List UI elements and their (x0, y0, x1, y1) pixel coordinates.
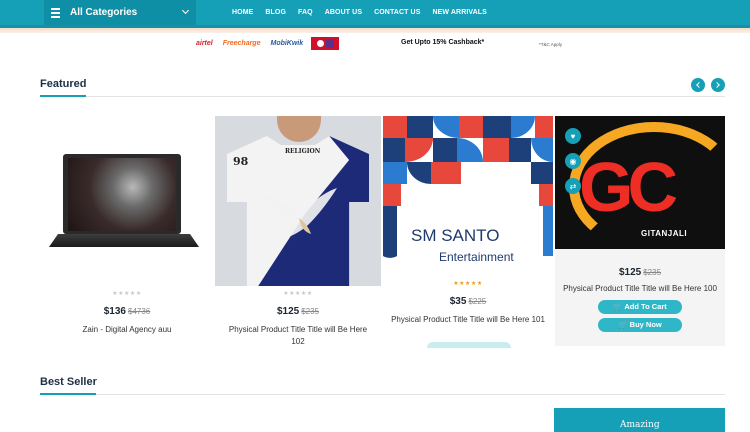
product-image[interactable]: SM SANTO Entertainment (383, 116, 553, 276)
product-image[interactable]: 98 RELIGION (215, 116, 381, 286)
category-label: All Categories (70, 7, 138, 18)
nav-shadow (0, 28, 750, 33)
menu-item-new-arrivals[interactable]: NEW ARRIVALS (432, 9, 486, 16)
amazing-banner-text: Amazing (620, 420, 660, 430)
product-title[interactable]: Physical Product Title Title will Be Her… (555, 283, 725, 295)
menu-item-faq[interactable]: FAQ (298, 9, 313, 16)
menu-item-home[interactable]: HOME (232, 9, 253, 16)
menu-item-about-us[interactable]: ABOUT US (325, 9, 362, 16)
add-to-cart-button[interactable]: 🛒 Add To Cart (598, 300, 682, 314)
santo-subtitle: Entertainment (439, 250, 514, 264)
buy-now-label: Buy Now (629, 320, 662, 329)
product-card[interactable]: SM SANTO Entertainment ★★★★★ $35 $225 Phy… (383, 116, 553, 348)
gc-letters: GC (579, 148, 678, 226)
menu-item-blog[interactable]: BLOG (265, 9, 286, 16)
gc-wordmark: GITANJALI (641, 229, 688, 238)
carousel-next-button[interactable] (711, 78, 725, 92)
product-card[interactable]: GC GITANJALI ♥ ◉ ⇄ $125 $235 Physical Pro… (555, 116, 725, 346)
mobikwik-logo: MobiKwik (270, 39, 304, 47)
product-old-price: $4736 (128, 307, 151, 316)
compare-icon[interactable]: ⇄ (565, 178, 581, 194)
product-old-price: $235 (643, 268, 662, 277)
price-row: $125 $235 (555, 262, 725, 280)
product-old-price: $225 (468, 297, 487, 306)
product-price: $125 (276, 306, 300, 317)
featured-divider (40, 96, 725, 97)
airtel-logo: airtel (196, 39, 213, 47)
top-navbar: All Categories HOME BLOG FAQ ABOUT US CO… (0, 0, 750, 25)
product-title[interactable]: Physical Product Title Title will Be Her… (215, 324, 381, 348)
hamburger-icon (51, 7, 60, 18)
product-image[interactable] (44, 116, 210, 286)
freecharge-logo: Freecharge (222, 39, 261, 47)
product-card[interactable]: 98 RELIGION ★★★★★ $125 $235 Physical Prod… (215, 116, 381, 346)
rating-stars: ★★★★★ (453, 281, 483, 287)
rating-stars: ★★★★★ (112, 291, 142, 297)
product-card[interactable]: ★★★★★ $136 $4736 Zain - Digital Agency au… (44, 116, 210, 346)
product-image[interactable]: GC GITANJALI ♥ ◉ ⇄ (555, 116, 725, 249)
vodafone-logo (311, 36, 340, 50)
product-info: ★★★★★ $35 $225 Physical Product Title Tit… (383, 280, 553, 326)
wishlist-heart-icon[interactable]: ♥ (565, 128, 581, 144)
product-price: $136 (103, 306, 126, 317)
payment-partners: airtel Freecharge MobiKwik (196, 36, 340, 50)
featured-underline (40, 95, 86, 97)
carousel-prev-button[interactable] (691, 78, 705, 92)
cashback-offer: Get Upto 15% Cashback* (401, 39, 485, 46)
santo-title: SM SANTO (411, 226, 500, 245)
product-price: $35 (449, 296, 467, 307)
add-to-cart-label: Add To Cart (624, 302, 667, 311)
price-row: $35 $225 (383, 291, 553, 309)
terms-note: *T&C Apply (539, 42, 563, 47)
tee-brand: RELIGION (285, 148, 321, 155)
add-to-cart-button-hidden[interactable] (427, 342, 511, 348)
laptop-screen (68, 158, 176, 231)
rating-stars: ★★★★★ (283, 291, 313, 297)
best-seller-divider (40, 394, 725, 395)
product-title[interactable]: Zain - Digital Agency auu (44, 324, 210, 336)
tee-number: 98 (233, 155, 249, 168)
product-info: ★★★★★ $125 $235 Physical Product Title Ti… (215, 290, 381, 348)
quick-view-eye-icon[interactable]: ◉ (565, 153, 581, 169)
best-seller-heading: Best Seller (40, 376, 97, 388)
chevron-down-icon (181, 6, 190, 15)
featured-heading: Featured (40, 78, 87, 90)
quick-actions: ♥ ◉ ⇄ (565, 128, 581, 194)
eagle-graphic (261, 188, 337, 240)
product-info: $125 $235 Physical Product Title Title wi… (555, 262, 725, 332)
buy-now-button[interactable]: 🛒 Buy Now (598, 318, 682, 332)
price-row: $136 $4736 (44, 301, 210, 319)
laptop-base (49, 234, 199, 247)
product-old-price: $235 (301, 307, 320, 316)
product-title[interactable]: Physical Product Title Title will Be Her… (383, 314, 553, 326)
product-info: ★★★★★ $136 $4736 Zain - Digital Agency au… (44, 290, 210, 336)
menu-item-contact-us[interactable]: CONTACT US (374, 9, 420, 16)
main-menu: HOME BLOG FAQ ABOUT US CONTACT US NEW AR… (232, 0, 487, 25)
best-seller-underline (40, 393, 96, 395)
all-categories-dropdown[interactable]: All Categories (44, 0, 196, 25)
amazing-banner[interactable]: Amazing (554, 408, 725, 432)
product-price: $125 (618, 267, 642, 278)
price-row: $125 $235 (215, 301, 381, 319)
